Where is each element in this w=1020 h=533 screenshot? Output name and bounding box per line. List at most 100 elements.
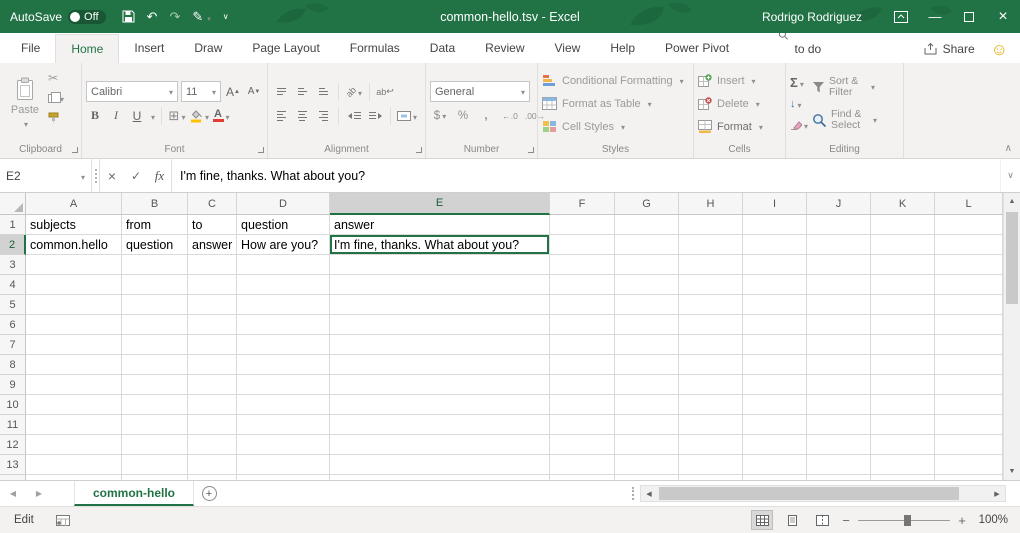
cell-D2[interactable]: How are you?	[237, 235, 330, 255]
collapse-ribbon-button[interactable]: ∧	[1005, 143, 1012, 154]
cell-B10[interactable]	[122, 395, 188, 415]
cell-E8[interactable]	[330, 355, 550, 375]
row-header-12[interactable]: 12	[0, 435, 26, 455]
cell-K2[interactable]	[871, 235, 935, 255]
cell-J9[interactable]	[807, 375, 871, 395]
row-header-4[interactable]: 4	[0, 275, 26, 295]
cell-K1[interactable]	[871, 215, 935, 235]
tab-power-pivot[interactable]: Power Pivot	[650, 34, 744, 63]
cell-F5[interactable]	[550, 295, 615, 315]
decrease-font-size-button[interactable]: A▼	[245, 82, 263, 101]
cell-C11[interactable]	[188, 415, 237, 435]
cell-G11[interactable]	[615, 415, 679, 435]
row-header-8[interactable]: 8	[0, 355, 26, 375]
tab-data[interactable]: Data	[415, 34, 470, 63]
cell-G5[interactable]	[615, 295, 679, 315]
cell-B1[interactable]: from	[122, 215, 188, 235]
cell-I7[interactable]	[743, 335, 807, 355]
row-header-1[interactable]: 1	[0, 215, 26, 235]
cell-L5[interactable]	[935, 295, 1003, 315]
cell-F10[interactable]	[550, 395, 615, 415]
cell-C3[interactable]	[188, 255, 237, 275]
cell-F13[interactable]	[550, 455, 615, 475]
alignment-dialog-launcher[interactable]	[416, 147, 422, 153]
cell-E7[interactable]	[330, 335, 550, 355]
cell-L8[interactable]	[935, 355, 1003, 375]
cell-C13[interactable]	[188, 455, 237, 475]
cell-J5[interactable]	[807, 295, 871, 315]
column-header-B[interactable]: B	[122, 193, 188, 215]
cell-A6[interactable]	[26, 315, 122, 335]
cell-L9[interactable]	[935, 375, 1003, 395]
align-center-button[interactable]	[293, 106, 311, 125]
cell-F12[interactable]	[550, 435, 615, 455]
cell-D10[interactable]	[237, 395, 330, 415]
next-sheet-button[interactable]: ▶	[26, 481, 52, 506]
delete-cells-button[interactable]: Delete	[698, 94, 781, 114]
cell-G12[interactable]	[615, 435, 679, 455]
cell-C6[interactable]	[188, 315, 237, 335]
scroll-up-button[interactable]: ▲	[1004, 193, 1020, 210]
increase-decimal-button[interactable]: ←.0	[499, 106, 521, 125]
previous-sheet-button[interactable]: ◀	[0, 481, 26, 506]
clear-button[interactable]	[790, 116, 808, 134]
cell-G7[interactable]	[615, 335, 679, 355]
row-header-7[interactable]: 7	[0, 335, 26, 355]
cell-C5[interactable]	[188, 295, 237, 315]
column-header-F[interactable]: F	[550, 193, 615, 215]
undo-button[interactable]: ↶	[147, 9, 158, 25]
cell-G8[interactable]	[615, 355, 679, 375]
cell-K5[interactable]	[871, 295, 935, 315]
tab-home[interactable]: Home	[55, 34, 119, 63]
horizontal-scroll-track[interactable]	[657, 486, 989, 501]
zoom-slider[interactable]	[858, 512, 950, 528]
minimize-button[interactable]: —	[918, 0, 952, 33]
cell-C10[interactable]	[188, 395, 237, 415]
cell-A2[interactable]: common.hello	[26, 235, 122, 255]
close-button[interactable]: ×	[986, 0, 1020, 33]
sort-filter-button[interactable]: Sort & Filter	[812, 72, 877, 103]
cell-L12[interactable]	[935, 435, 1003, 455]
bottom-align-button[interactable]	[314, 82, 332, 101]
cell-B12[interactable]	[122, 435, 188, 455]
cell-K11[interactable]	[871, 415, 935, 435]
orientation-button[interactable]: ab	[345, 82, 363, 101]
normal-view-button[interactable]	[751, 510, 773, 530]
cell-A4[interactable]	[26, 275, 122, 295]
cell-A5[interactable]	[26, 295, 122, 315]
cell-E10[interactable]	[330, 395, 550, 415]
font-size-combobox[interactable]: 11	[181, 81, 221, 102]
percent-style-button[interactable]: %	[453, 106, 473, 125]
cell-B3[interactable]	[122, 255, 188, 275]
cut-button[interactable]: ✂	[48, 70, 64, 86]
save-button[interactable]	[122, 10, 135, 23]
decrease-indent-button[interactable]	[345, 106, 363, 125]
copy-button[interactable]	[48, 90, 64, 106]
cell-E1[interactable]: answer	[330, 215, 550, 235]
increase-indent-button[interactable]	[366, 106, 384, 125]
select-all-button[interactable]	[0, 193, 26, 215]
cell-K8[interactable]	[871, 355, 935, 375]
cell-J4[interactable]	[807, 275, 871, 295]
cell-H8[interactable]	[679, 355, 743, 375]
cell-L6[interactable]	[935, 315, 1003, 335]
cell-F3[interactable]	[550, 255, 615, 275]
number-format-combobox[interactable]: General	[430, 81, 530, 102]
cell-H6[interactable]	[679, 315, 743, 335]
cell-I9[interactable]	[743, 375, 807, 395]
cell-K12[interactable]	[871, 435, 935, 455]
format-cells-button[interactable]: Format	[698, 117, 781, 137]
cell-D1[interactable]: question	[237, 215, 330, 235]
cell-B2[interactable]: question	[122, 235, 188, 255]
cell-H9[interactable]	[679, 375, 743, 395]
cell-L13[interactable]	[935, 455, 1003, 475]
cell-L2[interactable]	[935, 235, 1003, 255]
cell-J1[interactable]	[807, 215, 871, 235]
tab-scroll-splitter[interactable]	[632, 481, 634, 506]
scroll-right-button[interactable]: ▶	[989, 486, 1005, 501]
cell-L3[interactable]	[935, 255, 1003, 275]
cell-F1[interactable]	[550, 215, 615, 235]
redo-button[interactable]: ↷	[169, 9, 180, 25]
row-header-11[interactable]: 11	[0, 415, 26, 435]
cell-A1[interactable]: subjects	[26, 215, 122, 235]
